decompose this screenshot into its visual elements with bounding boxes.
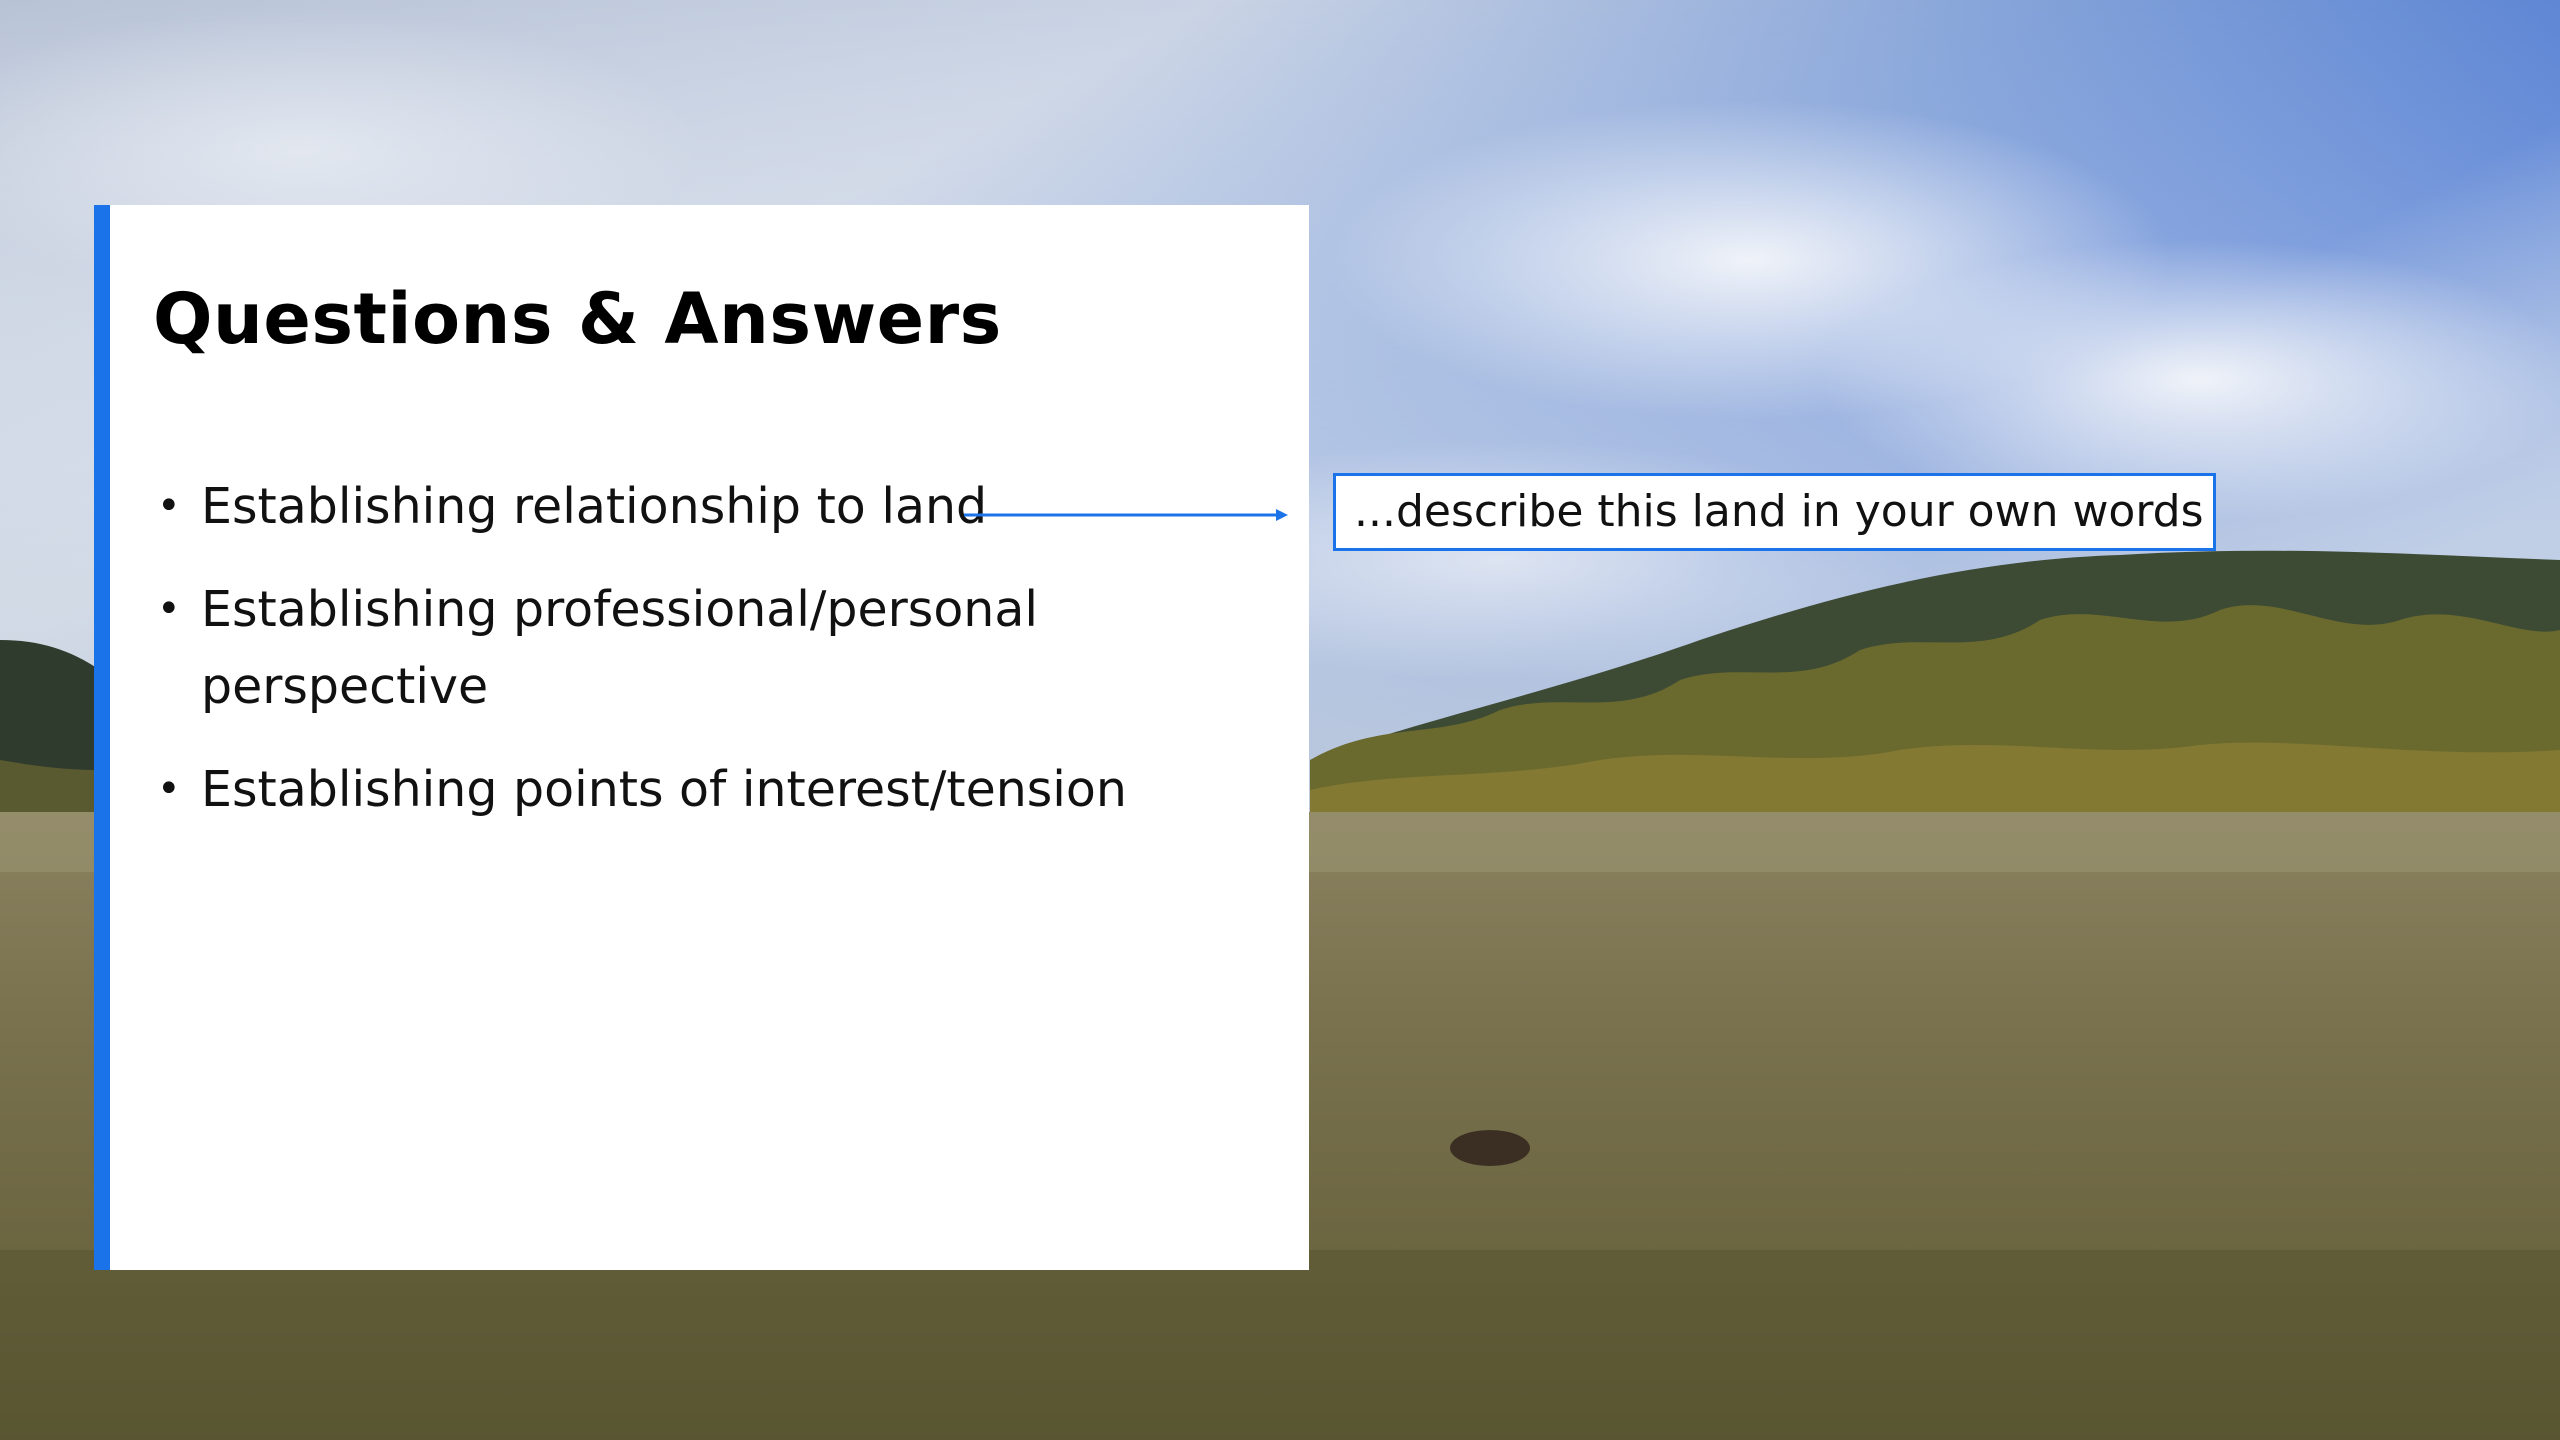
bullet-item: • Establishing professional/personal per… [153, 571, 1273, 725]
bullet-dot-icon: • [157, 483, 181, 529]
panel-accent-bar [94, 205, 110, 1270]
bullet-text: Establishing points of interest/tension [201, 761, 1127, 818]
bullet-list: • Establishing relationship to land • Es… [153, 468, 1273, 854]
slide-title: Questions & Answers [153, 278, 1002, 360]
bullet-text: Establishing professional/personal persp… [201, 581, 1038, 715]
slide: Questions & Answers • Establishing relat… [0, 0, 2560, 1440]
bullet-dot-icon: • [157, 586, 181, 632]
callout-box: ...describe this land in your own words [1333, 473, 2216, 551]
callout-text: ...describe this land in your own words [1354, 486, 2204, 537]
bullet-item: • Establishing points of interest/tensio… [153, 751, 1273, 828]
bullet-dot-icon: • [157, 766, 181, 812]
connector-arrow-icon [964, 509, 1288, 521]
bullet-text: Establishing relationship to land [201, 478, 988, 535]
